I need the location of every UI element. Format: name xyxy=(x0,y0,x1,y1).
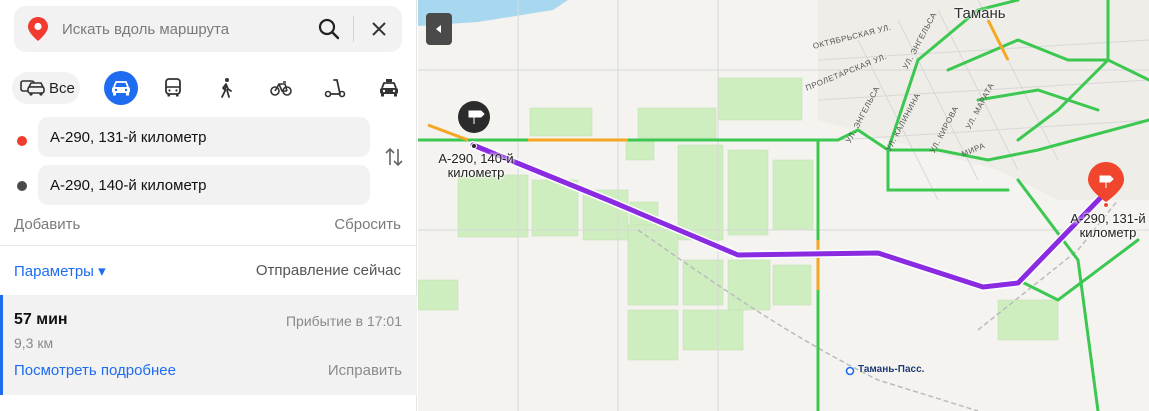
mode-taxi-button[interactable] xyxy=(372,71,406,105)
waypoint-from-field[interactable]: А-290, 131-й километр xyxy=(38,117,370,157)
route-details-link[interactable]: Посмотреть подробнее xyxy=(14,362,176,379)
close-icon[interactable] xyxy=(370,20,388,38)
collapse-panel-button[interactable] xyxy=(426,13,452,45)
taxi-icon xyxy=(380,79,398,97)
waypoint-from-value: А-290, 131-й километр xyxy=(50,129,207,146)
scooter-icon xyxy=(324,79,346,98)
map-view[interactable]: Тамань ОКТЯБРЬСКАЯ УЛ. ПРОЛЕТАРСКАЯ УЛ. … xyxy=(418,0,1149,411)
add-waypoint-link[interactable]: Добавить xyxy=(14,216,80,233)
search-icon[interactable] xyxy=(318,18,340,40)
search-divider xyxy=(353,16,354,42)
divider xyxy=(0,245,417,246)
route-params-dropdown[interactable]: Параметры ▾ xyxy=(14,262,106,280)
swap-waypoints-icon[interactable] xyxy=(383,145,405,169)
mode-walk-button[interactable] xyxy=(209,71,243,105)
mode-all-label: Все xyxy=(49,80,75,97)
car-icon xyxy=(112,81,130,96)
transport-modes: Все xyxy=(12,71,406,105)
route-distance: 9,3 км xyxy=(14,335,54,351)
all-transport-icon xyxy=(20,80,45,96)
search-input[interactable]: Искать вдоль маршрута xyxy=(62,21,229,38)
station-label: Тамань-Пасс. xyxy=(858,364,925,375)
start-point-label: А-290, 140-й километр xyxy=(438,151,514,180)
selected-route-indicator xyxy=(0,295,3,395)
pedestrian-icon xyxy=(221,78,232,98)
route-search-bar[interactable]: Искать вдоль маршрута xyxy=(14,6,402,52)
waypoint-to-value: А-290, 140-й километр xyxy=(50,177,207,194)
end-point-label: А-290, 131-й километр xyxy=(1070,211,1146,240)
mode-bike-button[interactable] xyxy=(264,71,298,105)
mode-car-button[interactable] xyxy=(104,71,138,105)
mode-scooter-button[interactable] xyxy=(318,71,352,105)
bicycle-icon xyxy=(270,81,292,96)
bus-icon xyxy=(165,78,181,97)
route-option-card[interactable]: 57 мин 9,3 км Прибытие в 17:01 Посмотрет… xyxy=(0,295,417,395)
route-duration: 57 мин xyxy=(14,311,68,328)
location-pin-icon xyxy=(28,17,48,41)
city-label: Тамань xyxy=(954,5,1006,22)
route-panel: Искать вдоль маршрута Все А-290, 131-й к… xyxy=(0,0,417,411)
waypoint-to-field[interactable]: А-290, 140-й километр xyxy=(38,165,370,205)
mode-all-button[interactable]: Все xyxy=(12,72,80,104)
departure-time-selector[interactable]: Отправление сейчас xyxy=(256,262,401,279)
waypoint-end-dot xyxy=(17,181,27,191)
report-error-link[interactable]: Исправить xyxy=(328,362,402,379)
reset-route-link[interactable]: Сбросить xyxy=(334,216,401,233)
map-canvas[interactable] xyxy=(418,0,1149,411)
mode-bus-button[interactable] xyxy=(156,71,190,105)
waypoint-start-dot xyxy=(17,136,27,146)
route-arrival-time: Прибытие в 17:01 xyxy=(285,313,402,329)
chevron-left-icon xyxy=(436,25,441,33)
